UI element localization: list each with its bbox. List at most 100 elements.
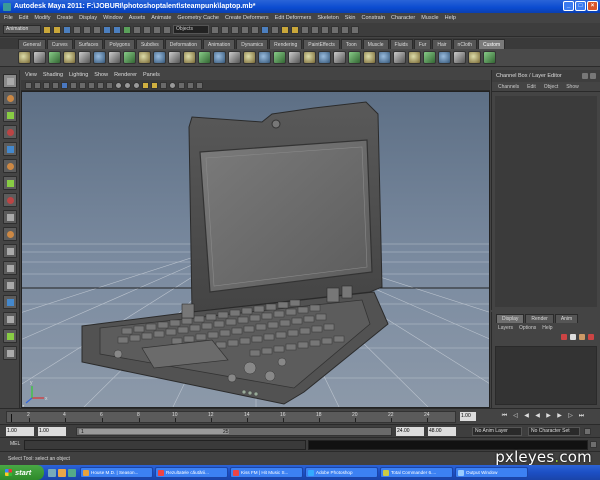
paint-select-tool-icon[interactable]: [2, 108, 17, 122]
range-end-field[interactable]: 24.00: [396, 427, 424, 436]
menu-skin[interactable]: Skin: [345, 15, 356, 21]
cb-menu-show[interactable]: Show: [566, 84, 579, 90]
mask-joints-icon[interactable]: [103, 25, 111, 34]
le-menu-options[interactable]: Options: [519, 325, 536, 331]
move-tool-icon[interactable]: [2, 125, 17, 139]
le-menu-layers[interactable]: Layers: [498, 325, 513, 331]
xray-joints-icon[interactable]: [196, 81, 203, 89]
start-time-field[interactable]: 1.00: [6, 427, 34, 436]
shelf-tab-fluids[interactable]: Fluids: [389, 39, 413, 49]
menu-create-deformers[interactable]: Create Deformers: [225, 15, 269, 21]
shelf-tool-icon[interactable]: [228, 51, 241, 64]
mask-surfaces-icon[interactable]: [123, 25, 131, 34]
panel-options-icon[interactable]: [582, 73, 588, 79]
range-start-field[interactable]: 1.00: [38, 427, 66, 436]
tab-display[interactable]: Display: [496, 314, 525, 323]
bookmarks-icon[interactable]: [43, 81, 50, 89]
quick-launch-icon[interactable]: [68, 468, 76, 477]
panel-menu-show[interactable]: Show: [94, 72, 108, 78]
show-manipulator-icon[interactable]: [2, 210, 17, 224]
outliner-layout-icon[interactable]: [2, 295, 17, 309]
taskbar-item[interactable]: Kiss FM | Hit Music S...: [230, 467, 303, 478]
current-time-marker[interactable]: [11, 414, 12, 422]
soft-modification-icon[interactable]: [2, 193, 17, 207]
taskbar-item[interactable]: Rezultatele căutării...: [155, 467, 228, 478]
safe-action-icon[interactable]: [106, 81, 113, 89]
anim-layer-dropdown[interactable]: No Anim Layer: [472, 427, 522, 436]
current-frame-field[interactable]: 1.00: [460, 412, 476, 421]
shelf-tool-icon[interactable]: [93, 51, 106, 64]
taskbar-item[interactable]: Output Window: [455, 467, 528, 478]
go-to-end-icon[interactable]: ⏭: [577, 412, 586, 421]
tab-anim[interactable]: Anim: [554, 314, 579, 323]
isolate-select-icon[interactable]: [178, 81, 185, 89]
snap-view-plane-icon[interactable]: [241, 25, 249, 34]
cb-menu-object[interactable]: Object: [544, 84, 558, 90]
step-back-key-icon[interactable]: ◀: [522, 412, 531, 421]
new-layer-selected-icon[interactable]: [570, 334, 576, 340]
shelf-tab-curves[interactable]: Curves: [46, 39, 73, 49]
shelf-tool-icon[interactable]: [63, 51, 76, 64]
shelf-tab-hair[interactable]: Hair: [432, 39, 452, 49]
render-view-icon[interactable]: [271, 25, 279, 34]
menu-edit[interactable]: Edit: [19, 15, 28, 21]
shelf-tab-fur[interactable]: Fur: [413, 39, 432, 49]
two-pane-layout-icon[interactable]: [2, 278, 17, 292]
show-channel-box-icon[interactable]: [351, 25, 359, 34]
menu-character[interactable]: Character: [391, 15, 415, 21]
play-backwards-icon[interactable]: ◀: [533, 412, 542, 421]
render-settings-icon[interactable]: [301, 25, 309, 34]
shelf-tool-icon[interactable]: [378, 51, 391, 64]
camera-attributes-icon[interactable]: [34, 81, 41, 89]
shelf-tab-subdivs[interactable]: Subdivs: [135, 39, 164, 49]
step-forward-key-icon[interactable]: ▶: [555, 412, 564, 421]
xray-icon[interactable]: [187, 81, 194, 89]
scale-tool-icon[interactable]: [2, 159, 17, 173]
graph-editor-layout-icon[interactable]: [2, 312, 17, 326]
high-quality-icon[interactable]: [169, 81, 176, 89]
shelf-tab-toon[interactable]: Toon: [340, 39, 362, 49]
close-button[interactable]: ×: [587, 1, 598, 11]
shelf-tool-icon[interactable]: [168, 51, 181, 64]
cb-menu-edit[interactable]: Edit: [527, 84, 536, 90]
menu-constrain[interactable]: Constrain: [361, 15, 385, 21]
shelf-tool-icon[interactable]: [348, 51, 361, 64]
menu-skeleton[interactable]: Skeleton: [317, 15, 338, 21]
perspective-viewport[interactable]: x y z: [21, 91, 490, 408]
hypershade-icon[interactable]: [311, 25, 319, 34]
shelf-tool-icon[interactable]: [333, 51, 346, 64]
menu-create[interactable]: Create: [57, 15, 74, 21]
shelf-tool-icon[interactable]: [423, 51, 436, 64]
select-component-icon[interactable]: [93, 25, 101, 34]
layer-list[interactable]: [495, 346, 597, 405]
snap-curve-icon[interactable]: [221, 25, 229, 34]
menu-muscle[interactable]: Muscle: [421, 15, 438, 21]
film-gate-icon[interactable]: [70, 81, 77, 89]
shelf-tab-deformation[interactable]: Deformation: [164, 39, 202, 49]
shelf-tab-surfaces[interactable]: Surfaces: [73, 39, 104, 49]
shelf-tool-icon[interactable]: [243, 51, 256, 64]
mask-render-icon[interactable]: [153, 25, 161, 34]
menu-geometry-cache[interactable]: Geometry Cache: [177, 15, 219, 21]
channel-box-content[interactable]: [495, 96, 597, 307]
auto-key-icon[interactable]: [584, 428, 591, 435]
mel-label[interactable]: MEL: [10, 441, 20, 447]
field-chart-icon[interactable]: [97, 81, 104, 89]
tab-render[interactable]: Render: [525, 314, 554, 323]
snap-grid-icon[interactable]: [211, 25, 219, 34]
use-all-lights-icon[interactable]: [151, 81, 158, 89]
wireframe-icon[interactable]: [115, 81, 122, 89]
panel-menu-shading[interactable]: Shading: [43, 72, 63, 78]
panel-close-icon[interactable]: [590, 73, 596, 79]
shelf-tool-icon[interactable]: [108, 51, 121, 64]
input-line-icon[interactable]: [321, 25, 329, 34]
four-pane-layout-icon[interactable]: [2, 261, 17, 275]
ipr-render-icon[interactable]: [291, 25, 299, 34]
textured-icon[interactable]: [142, 81, 149, 89]
new-layer-icon[interactable]: [561, 334, 567, 340]
shelf-tab-general[interactable]: General: [18, 39, 46, 49]
mask-dynamics-icon[interactable]: [143, 25, 151, 34]
menu-display[interactable]: Display: [79, 15, 97, 21]
shelf-tool-icon[interactable]: [303, 51, 316, 64]
menu-animate[interactable]: Animate: [151, 15, 171, 21]
